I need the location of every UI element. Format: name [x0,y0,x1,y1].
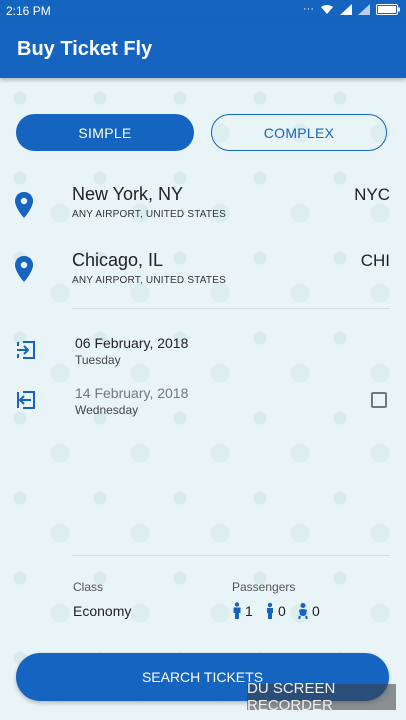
adults-count-text: 1 [245,602,253,619]
wifi-icon [321,4,333,14]
background-pattern [0,78,406,720]
app-title: Buy Ticket Fly [17,38,153,60]
departure-icon [17,341,35,359]
return-icon [17,391,35,409]
adults-count[interactable]: 1 [232,602,253,619]
origin-subtitle: ANY AIRPORT, UNITED STATES [72,209,226,220]
class-label: Class [73,580,104,594]
battery-icon [376,3,400,15]
departure-day: Tuesday [75,353,121,367]
divider [72,308,390,309]
infants-count-text: 0 [312,602,320,619]
location-pin-icon [15,192,33,218]
destination-subtitle: ANY AIRPORT, UNITED STATES [72,275,226,286]
status-bar: 2:16 PM ··· [0,0,406,22]
simple-trip-button[interactable]: SIMPLE [16,114,194,151]
divider [72,555,390,556]
infants-count[interactable]: 0 [297,602,320,619]
location-pin-icon [15,256,33,282]
signal-icon-2 [358,3,370,15]
class-value[interactable]: Economy [73,603,131,619]
infant-icon [298,603,308,619]
return-date[interactable]: 14 February, 2018 [75,385,188,401]
passengers-label: Passengers [232,580,296,594]
children-count-text: 0 [278,602,286,619]
more-dots-icon: ··· [303,3,314,15]
app-bar: Buy Ticket Fly [0,22,406,78]
complex-trip-button[interactable]: COMPLEX [211,114,387,151]
children-count[interactable]: 0 [265,602,286,619]
adult-icon [233,602,241,619]
return-checkbox[interactable] [371,392,387,408]
child-icon [267,602,273,619]
departure-date[interactable]: 06 February, 2018 [75,335,188,351]
signal-icon [340,3,352,15]
destination-code: CHI [360,251,390,270]
return-day: Wednesday [75,403,139,417]
screen-recorder-watermark: DU SCREEN RECORDER [247,680,396,714]
origin-code: NYC [354,185,390,204]
origin-city[interactable]: New York, NY [72,184,183,205]
status-time: 2:16 PM [6,4,51,18]
status-icons: ··· [303,3,400,15]
destination-city[interactable]: Chicago, IL [72,250,163,271]
